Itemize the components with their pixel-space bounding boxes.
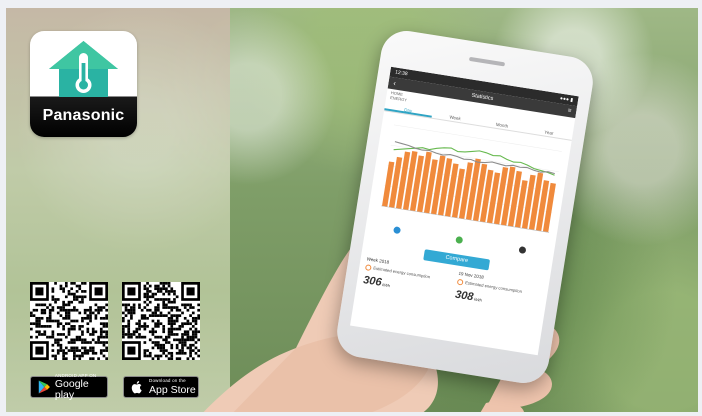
google-play-icon: [38, 380, 50, 394]
qr-google-play[interactable]: [30, 282, 108, 360]
phone-speaker: [468, 56, 506, 67]
compare-card-right: 19 Nov 2018 Estimated energy consumption…: [452, 268, 545, 316]
screen-title: Statistics: [471, 92, 494, 103]
right-card-value: 308: [454, 288, 475, 303]
brand-name: Panasonic: [42, 107, 125, 124]
hero-banner: Panasonic ANDROID APP ON Google play Dow…: [6, 8, 698, 412]
google-play-badge[interactable]: ANDROID APP ON Google play: [30, 373, 108, 401]
left-card-value: 306: [362, 273, 383, 289]
apple-icon: [131, 381, 142, 394]
right-card-unit: kWh: [473, 296, 483, 303]
legend-heating-icon[interactable]: [393, 226, 402, 235]
status-time: 12:38: [394, 69, 409, 78]
legend-outdoor-icon[interactable]: [455, 236, 464, 245]
menu-icon[interactable]: ≡: [567, 108, 571, 114]
left-card-unit: kWh: [381, 281, 391, 288]
phone-screen: 12:38 ●●● ▮ ‹ Statistics ≡ HOME ENERGY D…: [350, 66, 579, 356]
panasonic-app-icon[interactable]: Panasonic: [30, 31, 137, 137]
qr-code-icon: [30, 282, 108, 360]
google-badge-big: Google play: [54, 378, 89, 401]
energy-icon: [364, 263, 372, 271]
status-indicators: ●●● ▮: [559, 95, 574, 104]
energy-icon: [456, 278, 464, 286]
house-thermometer-icon: [49, 41, 118, 97]
legend-total-icon[interactable]: [518, 246, 527, 255]
back-icon[interactable]: ‹: [393, 80, 396, 87]
